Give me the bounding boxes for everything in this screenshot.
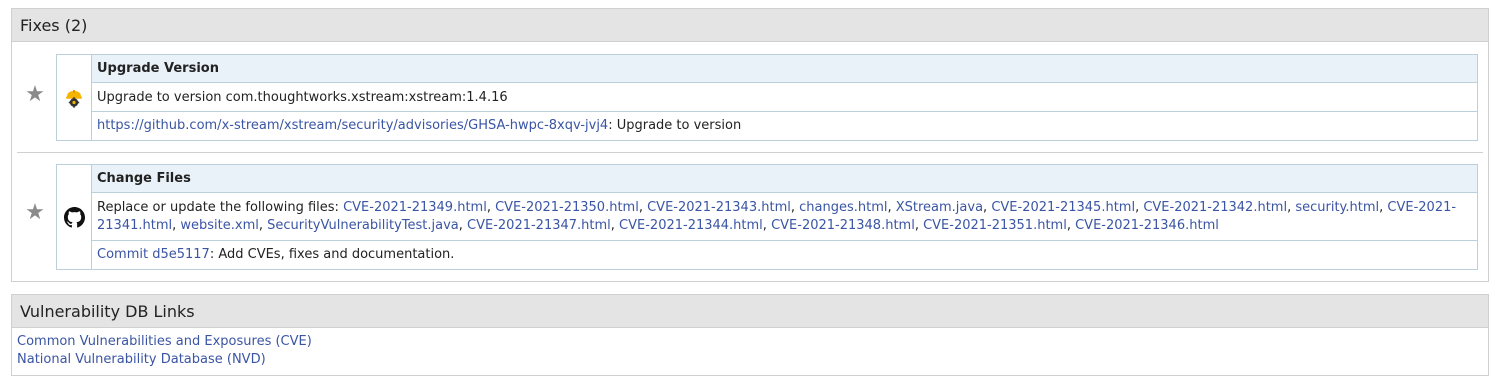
advisory-link[interactable]: https://github.com/x-stream/xstream/secu… [97,118,608,133]
fix-title: Change Files [92,165,1477,193]
fixes-panel: Fixes (2) ★ Upgrade Version Upgrade to v… [11,8,1489,282]
vdb-header: Vulnerability DB Links [12,295,1488,328]
cve-link[interactable]: Common Vulnerabilities and Exposures (CV… [17,334,312,349]
github-icon [64,207,85,228]
changed-file-link[interactable]: CVE-2021-21345.html [991,200,1135,215]
upgrade-icon [64,88,84,108]
changed-file-link[interactable]: CVE-2021-21343.html [647,200,791,215]
fix-reference: https://github.com/x-stream/xstream/secu… [92,112,1477,140]
vdb-links: Common Vulnerabilities and Exposures (CV… [12,328,1488,369]
fix-title: Upgrade Version [92,55,1477,83]
fix-separator [17,152,1483,153]
changed-file-link[interactable]: CVE-2021-21342.html [1143,200,1287,215]
vulnerability-db-panel: Vulnerability DB Links Common Vulnerabil… [11,294,1489,376]
fix-icon-cell [56,54,91,141]
star-icon[interactable]: ★ [24,84,46,106]
fix-table: Upgrade Version Upgrade to version com.t… [91,54,1478,141]
commit-link[interactable]: Commit d5e5117 [97,247,210,262]
nvd-link[interactable]: National Vulnerability Database (NVD) [17,352,266,367]
changed-file-link[interactable]: CVE-2021-21351.html [923,218,1067,233]
fix-description: Upgrade to version com.thoughtworks.xstr… [92,83,1477,112]
fix-icon-cell [56,164,91,270]
changed-file-link[interactable]: CVE-2021-21349.html [343,200,487,215]
changed-file-link[interactable]: XStream.java [896,200,983,215]
changed-file-link[interactable]: SecurityVulnerabilityTest.java [267,218,459,233]
changed-file-link[interactable]: security.html [1295,200,1379,215]
changed-file-link[interactable]: CVE-2021-21346.html [1075,218,1219,233]
changed-file-link[interactable]: CVE-2021-21344.html [619,218,763,233]
files-prefix: Replace or update the following files: [97,200,344,215]
advisory-suffix: : Upgrade to version [608,118,742,133]
fix-table: Change Files Replace or update the follo… [91,164,1478,270]
fix-reference: Commit d5e5117: Add CVEs, fixes and docu… [92,241,1477,269]
star-icon[interactable]: ★ [24,202,46,224]
changed-file-link[interactable]: CVE-2021-21347.html [467,218,611,233]
commit-suffix: : Add CVEs, fixes and documentation. [209,247,455,262]
changed-file-link[interactable]: CVE-2021-21350.html [495,200,639,215]
fixes-header: Fixes (2) [12,9,1488,42]
changed-file-link[interactable]: website.xml [180,218,258,233]
changed-file-link[interactable]: CVE-2021-21348.html [771,218,915,233]
changed-file-link[interactable]: changes.html [799,200,887,215]
changed-files-line: Replace or update the following files: C… [92,193,1477,241]
